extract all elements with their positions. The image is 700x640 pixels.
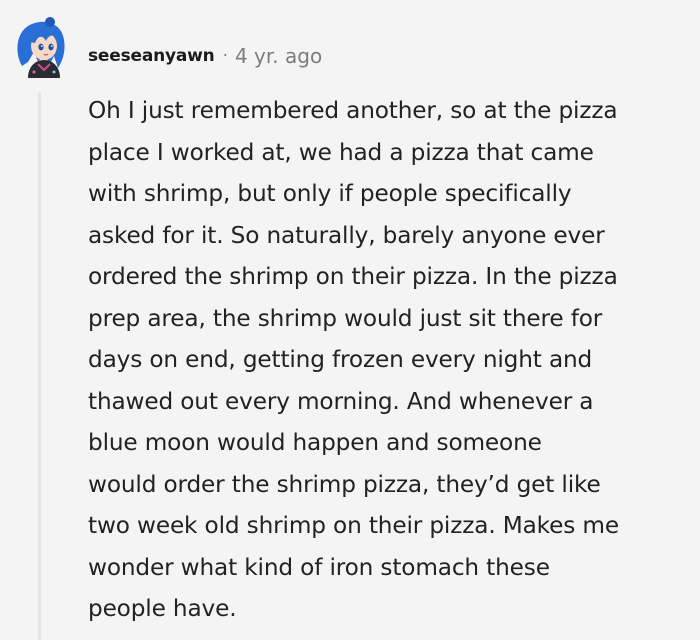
comment-meta: seeseanyawn · 4 yr. ago — [88, 42, 322, 70]
comment-body: Oh I just remembered another, so at the … — [88, 90, 696, 630]
comment-line: prep area, the shrimp would just sit the… — [88, 304, 603, 332]
comment-line: Oh I just remembered another, so at the … — [88, 97, 618, 124]
comment-line: two week old shrimp on their pizza. Make… — [88, 512, 619, 539]
comment-line: thawed out every morning. And whenever a — [88, 387, 594, 415]
comment-line: would order the shrimp pizza, they’d get… — [88, 470, 601, 498]
comment-line: asked for it. So naturally, barely anyon… — [88, 221, 605, 249]
comment-line: ordered the shrimp on their pizza. In th… — [88, 263, 618, 290]
comment-line: blue moon would happen and someone — [88, 429, 542, 456]
username-link[interactable]: seeseanyawn — [88, 46, 215, 66]
comment-line: place I worked at, we had a pizza that c… — [88, 138, 594, 166]
comment-timestamp[interactable]: 4 yr. ago — [235, 44, 322, 68]
comment-line: days on end, getting frozen every night … — [88, 346, 593, 373]
thread-line[interactable] — [38, 92, 41, 640]
comment: seeseanyawn · 4 yr. ago Oh I just rememb… — [0, 0, 700, 640]
comment-line: with shrimp, but only if people specific… — [88, 180, 572, 207]
anime-character-avatar-icon — [17, 17, 65, 78]
comment-line: wonder what kind of iron stomach these — [88, 553, 550, 581]
user-avatar[interactable] — [10, 16, 72, 78]
comment-line: people have. — [88, 595, 237, 622]
meta-separator: · — [222, 46, 228, 66]
